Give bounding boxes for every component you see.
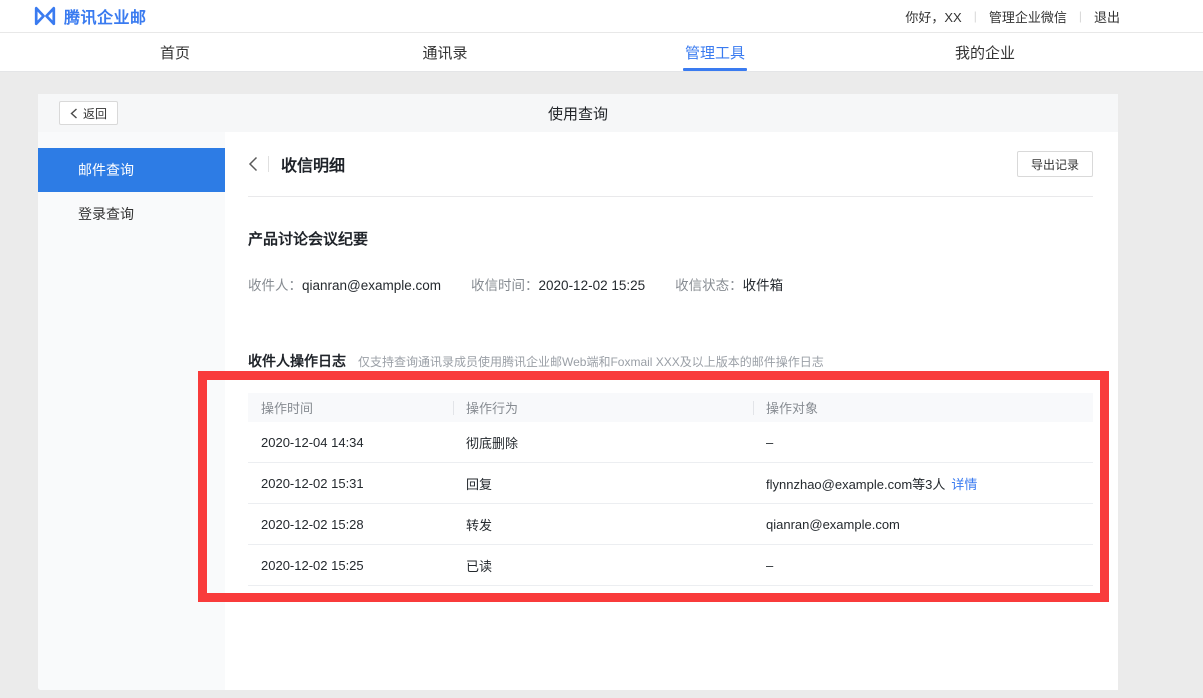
tab-home[interactable]: 首页 [40, 33, 310, 71]
exmail-logo-icon [33, 5, 57, 27]
tab-contacts[interactable]: 通讯录 [310, 33, 580, 71]
log-section-note: 仅支持查询通讯录成员使用腾讯企业邮Web端和Foxmail XXX及以上版本的邮… [358, 353, 824, 370]
divider: | [974, 9, 977, 23]
detail-header: 收信明细 导出记录 [248, 132, 1093, 197]
sidebar-item-mail-query[interactable]: 邮件查询 [38, 148, 225, 192]
brand-name: 腾讯企业邮 [64, 4, 147, 28]
mail-subject: 产品讨论会议纪要 [248, 228, 1093, 249]
table-row: 2020-12-04 14:34 彻底删除 – [248, 422, 1093, 463]
divider [268, 156, 269, 172]
table-row: 2020-12-02 15:25 已读 – [248, 545, 1093, 586]
usage-query-panel: 返回 使用查询 邮件查询 登录查询 收信明细 导出记录 产品讨论会议纪要 [38, 94, 1118, 690]
log-section-title: 收件人操作日志 [248, 351, 346, 371]
tab-admin-tools[interactable]: 管理工具 [580, 33, 850, 71]
divider: | [1079, 9, 1082, 23]
tab-my-company[interactable]: 我的企业 [850, 33, 1120, 71]
active-tab-underline [683, 68, 747, 71]
topbar-right: 你好，XX | 管理企业微信 | 退出 [905, 7, 1120, 26]
operation-log-table: 操作时间 操作行为 操作对象 2020-12-04 14:34 彻底删除 – 2… [248, 393, 1093, 586]
back-chevron-icon [70, 108, 78, 119]
column-header-action: 操作行为 [453, 393, 753, 422]
table-row: 2020-12-02 15:28 转发 qianran@example.com [248, 504, 1093, 545]
topbar: 腾讯企业邮 你好，XX | 管理企业微信 | 退出 [0, 0, 1203, 33]
log-section-header: 收件人操作日志 仅支持查询通讯录成员使用腾讯企业邮Web端和Foxmail XX… [248, 351, 1093, 371]
sidebar: 邮件查询 登录查询 [38, 132, 225, 690]
details-link[interactable]: 详情 [951, 477, 977, 492]
detail-content: 收信明细 导出记录 产品讨论会议纪要 收件人：qianran@example.c… [225, 132, 1118, 690]
logout-link[interactable]: 退出 [1094, 7, 1120, 26]
main-nav: 首页 通讯录 管理工具 我的企业 [0, 33, 1203, 72]
table-header-row: 操作时间 操作行为 操作对象 [248, 393, 1093, 422]
page-title: 使用查询 [38, 103, 1118, 124]
column-header-target: 操作对象 [753, 393, 1093, 422]
greeting-text: 你好，XX [905, 7, 961, 26]
table-row: 2020-12-02 15:31 回复 flynnzhao@example.co… [248, 463, 1093, 504]
sidebar-item-login-query[interactable]: 登录查询 [38, 192, 225, 236]
export-records-button[interactable]: 导出记录 [1017, 151, 1093, 177]
meta-recipient: 收件人：qianran@example.com [248, 274, 441, 294]
meta-receive-status: 收信状态：收件箱 [675, 274, 783, 294]
column-header-time: 操作时间 [248, 393, 453, 422]
mail-meta-row: 收件人：qianran@example.com 收信时间：2020-12-02 … [248, 274, 1093, 294]
detail-title: 收信明细 [281, 152, 345, 176]
meta-receive-time: 收信时间：2020-12-02 15:25 [471, 274, 645, 294]
back-button[interactable]: 返回 [59, 101, 118, 125]
manage-wecom-link[interactable]: 管理企业微信 [989, 7, 1067, 26]
panel-header-strip: 返回 使用查询 [38, 94, 1118, 132]
detail-back-chevron-icon[interactable] [248, 154, 258, 174]
brand-logo[interactable]: 腾讯企业邮 [33, 4, 147, 28]
